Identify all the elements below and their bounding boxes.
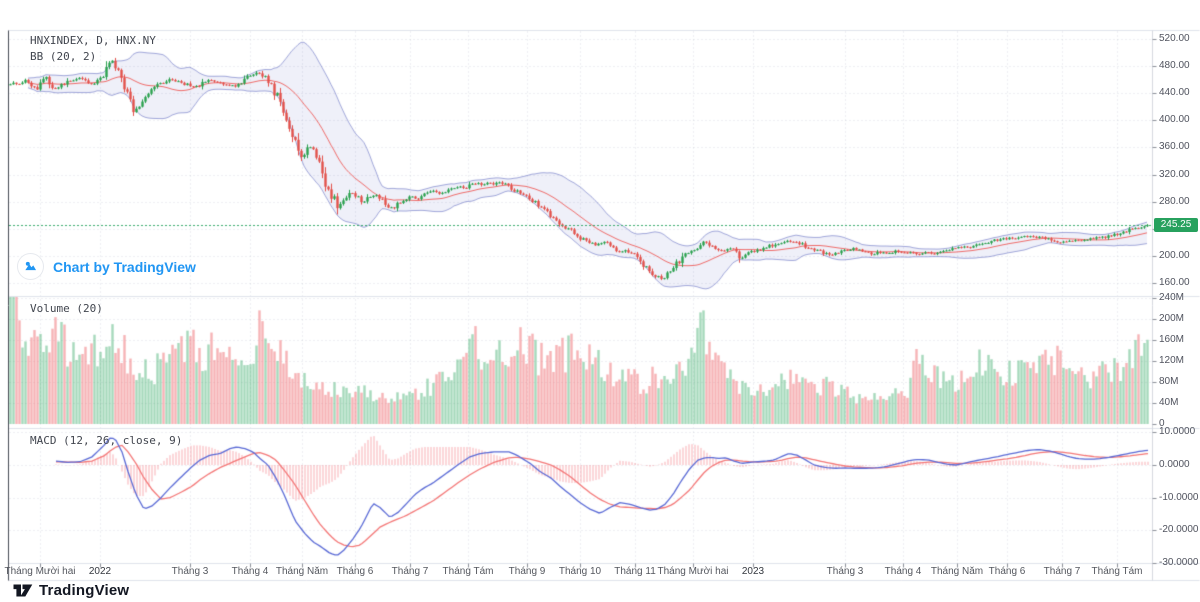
time-tick-label: Tháng 4 (885, 566, 922, 577)
time-tick-label: Tháng 11 (614, 566, 656, 577)
macd-tick-label: -30.0000 (1159, 557, 1198, 568)
volume-tick-label: 160M (1159, 334, 1184, 345)
tradingview-cloud-icon (17, 253, 44, 280)
volume-tick-label: 200M (1159, 313, 1184, 324)
chart-canvas[interactable] (0, 0, 1200, 602)
time-tick-label: Tháng 9 (509, 566, 546, 577)
macd-tick-label: 0.0000 (1159, 459, 1190, 470)
price-tick-label: 520.00 (1159, 33, 1190, 44)
tradingview-watermark[interactable]: Chart by TradingView (17, 253, 196, 280)
price-tick-label: 440.00 (1159, 87, 1190, 98)
price-tick-label: 280.00 (1159, 196, 1190, 207)
tradingview-logo[interactable]: TradingView (13, 582, 129, 599)
time-tick-label: Tháng 3 (172, 566, 209, 577)
macd-tick-label: -10.0000 (1159, 492, 1198, 503)
price-tick-label: 160.00 (1159, 277, 1190, 288)
volume-legend: Volume (20) (30, 301, 103, 317)
tradingview-published-chart: Published on TradingView.com, August 13,… (0, 0, 1200, 602)
time-tick-label: Tháng Năm (276, 566, 328, 577)
time-tick-label: Tháng Năm (931, 566, 983, 577)
macd-tick-label: 10.0000 (1159, 426, 1195, 437)
bb-legend: BB (20, 2) (30, 49, 156, 65)
last-price-badge: 245.25 (1154, 218, 1198, 232)
tradingview-logo-icon (13, 583, 33, 598)
symbol-legend: HNXINDEX, D, HNX.NY (30, 33, 156, 49)
time-tick-label: Tháng Mười hai (4, 566, 75, 577)
time-tick-label: Tháng Tám (1092, 566, 1143, 577)
time-tick-label: Tháng 10 (559, 566, 601, 577)
main-pane-legend: HNXINDEX, D, HNX.NY BB (20, 2) (30, 33, 156, 65)
price-tick-label: 200.00 (1159, 250, 1190, 261)
tradingview-logo-text: TradingView (39, 582, 129, 599)
time-tick-label: Tháng 4 (232, 566, 269, 577)
time-tick-label: Tháng Tám (443, 566, 494, 577)
time-tick-label: Tháng Mười hai (657, 566, 728, 577)
time-tick-label: Tháng 6 (989, 566, 1026, 577)
volume-tick-label: 80M (1159, 376, 1178, 387)
macd-tick-label: -20.0000 (1159, 524, 1198, 535)
price-tick-label: 320.00 (1159, 169, 1190, 180)
macd-legend: MACD (12, 26, close, 9) (30, 433, 182, 449)
volume-tick-label: 240M (1159, 292, 1184, 303)
volume-tick-label: 40M (1159, 397, 1178, 408)
time-tick-label: 2023 (742, 566, 764, 577)
time-tick-label: Tháng 3 (827, 566, 864, 577)
price-tick-label: 360.00 (1159, 141, 1190, 152)
price-tick-label: 480.00 (1159, 60, 1190, 71)
time-tick-label: 2022 (89, 566, 111, 577)
volume-tick-label: 120M (1159, 355, 1184, 366)
watermark-label: Chart by TradingView (53, 259, 196, 275)
time-tick-label: Tháng 7 (392, 566, 429, 577)
price-tick-label: 400.00 (1159, 114, 1190, 125)
time-tick-label: Tháng 7 (1044, 566, 1081, 577)
time-tick-label: Tháng 6 (337, 566, 374, 577)
